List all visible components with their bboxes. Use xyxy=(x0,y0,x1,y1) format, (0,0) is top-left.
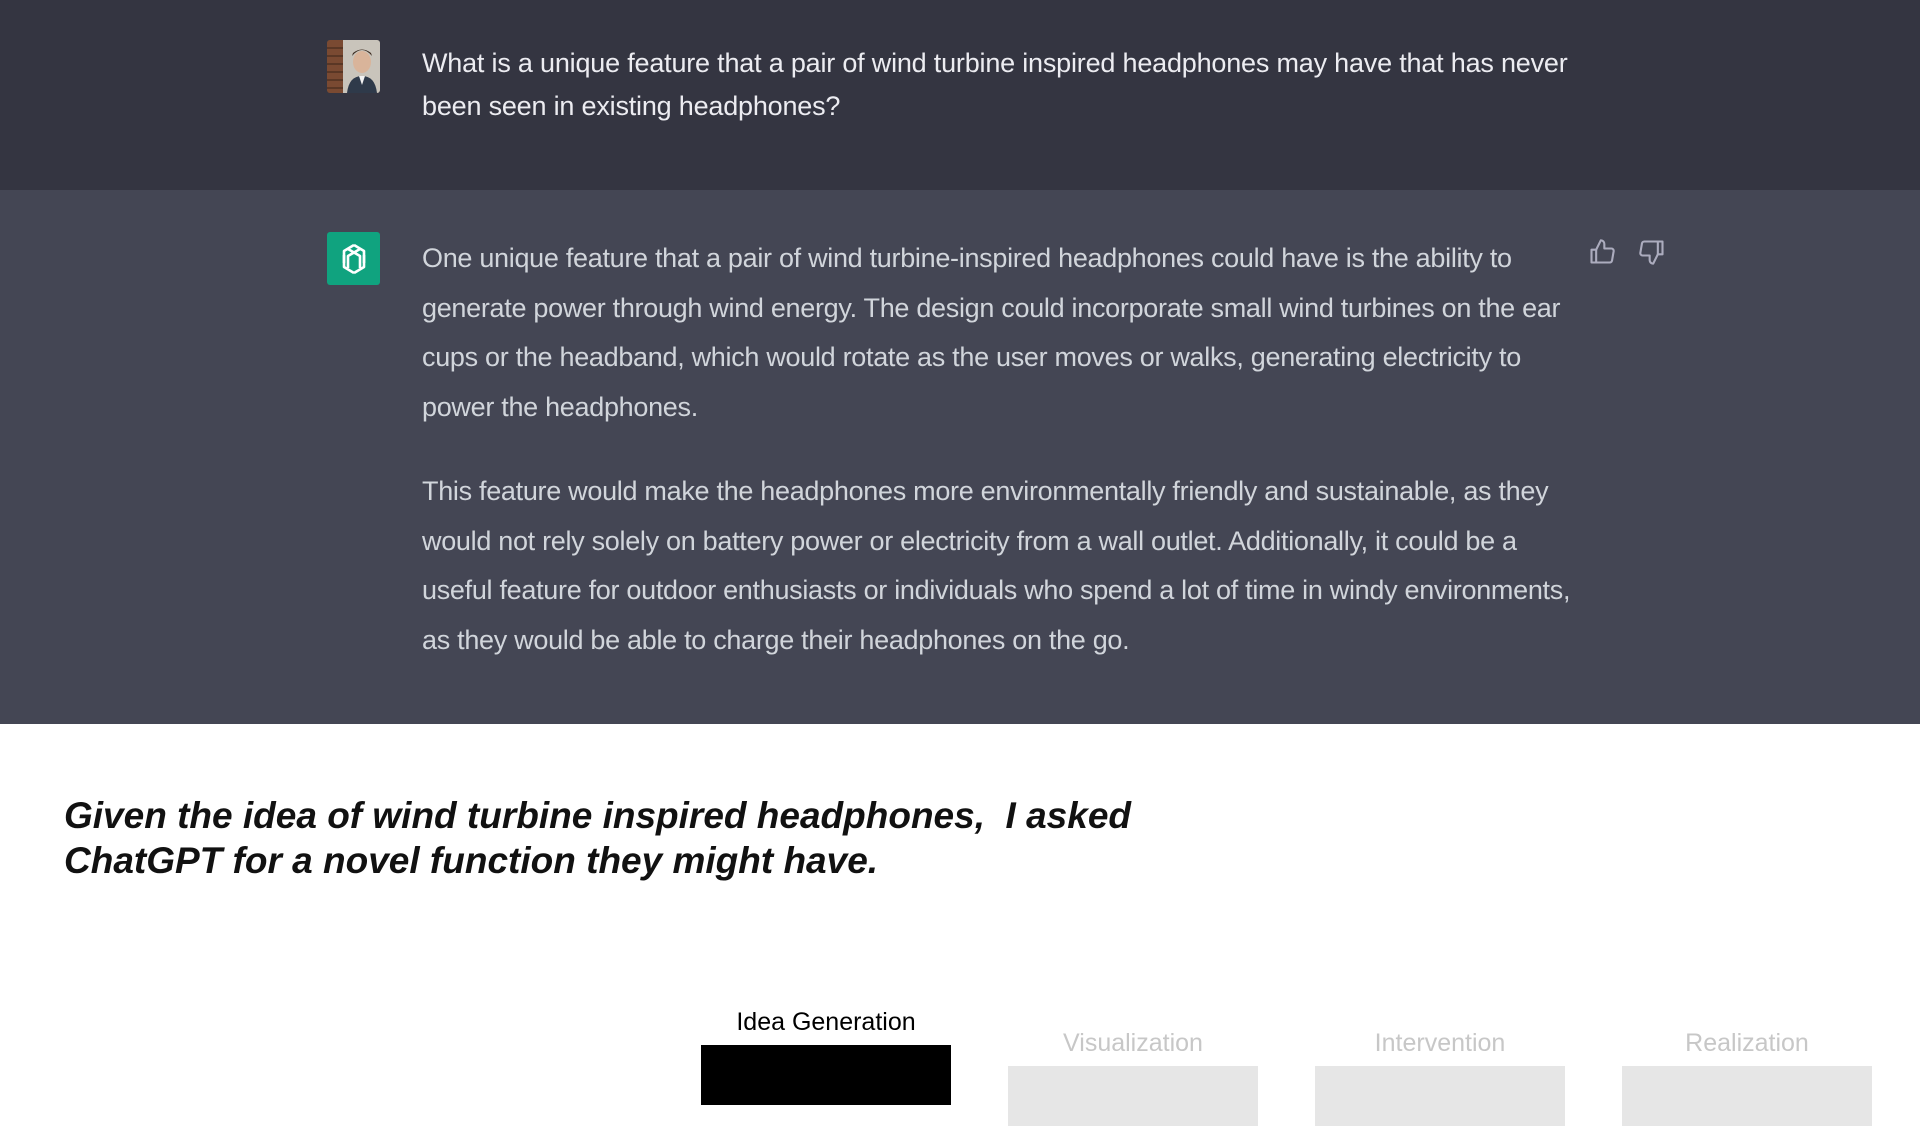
user-avatar xyxy=(327,40,380,93)
assistant-paragraph: One unique feature that a pair of wind t… xyxy=(422,243,1561,422)
stage-label: Idea Generation xyxy=(736,1008,916,1036)
stage-bar-inactive xyxy=(1622,1066,1872,1126)
stage-idea-generation: Idea Generation xyxy=(701,1008,951,1105)
caption-line-2: ChatGPT for a novel function they might … xyxy=(64,840,879,881)
stage-bar-inactive xyxy=(1008,1066,1258,1126)
stage-intervention: Intervention xyxy=(1315,1029,1565,1126)
feedback-buttons xyxy=(1588,238,1666,266)
thumbs-up-icon[interactable] xyxy=(1588,238,1616,266)
slide-caption: Given the idea of wind turbine inspired … xyxy=(64,793,1244,883)
stage-bar-active xyxy=(701,1045,951,1105)
chatgpt-logo-icon xyxy=(327,232,380,285)
stage-label: Intervention xyxy=(1374,1029,1506,1057)
thumbs-down-icon[interactable] xyxy=(1638,238,1666,266)
user-message-text: What is a unique feature that a pair of … xyxy=(422,48,1568,121)
user-message-row: What is a unique feature that a pair of … xyxy=(0,0,1920,190)
assistant-message-row: One unique feature that a pair of wind t… xyxy=(0,190,1920,724)
caption-line-1: Given the idea of wind turbine inspired … xyxy=(64,795,1132,836)
stage-label: Visualization xyxy=(1063,1029,1203,1057)
stage-label: Realization xyxy=(1685,1029,1809,1057)
stage-visualization: Visualization xyxy=(1008,1029,1258,1126)
assistant-message-text: One unique feature that a pair of wind t… xyxy=(422,234,1572,700)
stage-bar-inactive xyxy=(1315,1066,1565,1126)
stage-realization: Realization xyxy=(1622,1029,1872,1126)
assistant-paragraph: This feature would make the headphones m… xyxy=(422,476,1571,655)
